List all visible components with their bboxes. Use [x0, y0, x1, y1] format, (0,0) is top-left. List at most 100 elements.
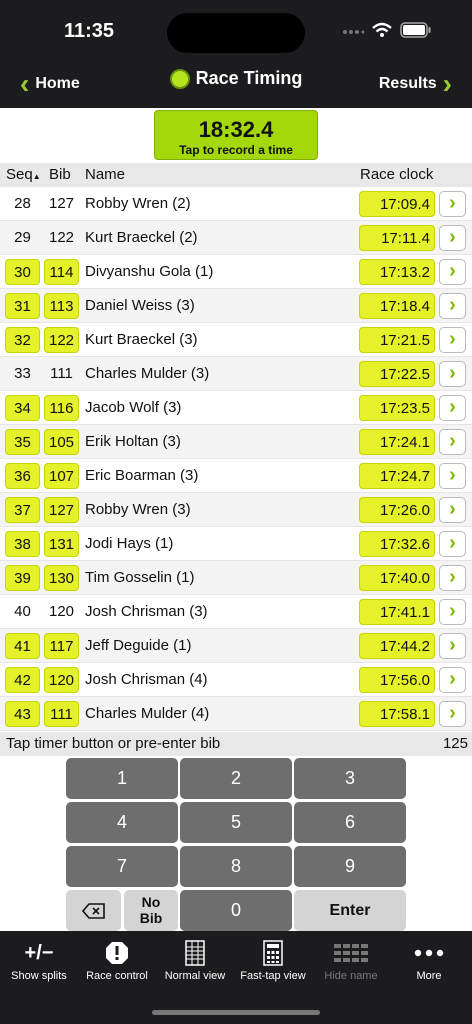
row-bib[interactable]: 122 — [44, 225, 79, 251]
key-6[interactable]: 6 — [294, 802, 406, 843]
seq-column-header[interactable]: Seq▲ — [6, 166, 41, 183]
status-icons — [342, 22, 432, 43]
table-row[interactable]: 39 130 Tim Gosselin (1) 17:40.0 › — [0, 561, 472, 595]
row-race-clock[interactable]: 17:18.4 — [359, 293, 435, 319]
row-race-clock[interactable]: 17:32.6 — [359, 531, 435, 557]
row-race-clock[interactable]: 17:24.7 — [359, 463, 435, 489]
table-row[interactable]: 31 113 Daniel Weiss (3) 17:18.4 › — [0, 289, 472, 323]
backspace-key[interactable] — [66, 890, 121, 931]
tab-more-label: More — [416, 970, 442, 982]
hint-text: Tap timer button or pre-enter bib — [6, 735, 221, 752]
row-bib[interactable]: 122 — [44, 327, 79, 353]
row-bib[interactable]: 127 — [44, 191, 79, 217]
row-detail-chevron-icon[interactable]: › — [439, 531, 466, 557]
table-row[interactable]: 34 116 Jacob Wolf (3) 17:23.5 › — [0, 391, 472, 425]
row-bib[interactable]: 116 — [44, 395, 79, 421]
row-bib[interactable]: 114 — [44, 259, 79, 285]
race-clock-value: 18:32.4 — [198, 117, 274, 142]
row-detail-chevron-icon[interactable]: › — [439, 497, 466, 523]
row-race-clock[interactable]: 17:44.2 — [359, 633, 435, 659]
table-row[interactable]: 28 127 Robby Wren (2) 17:09.4 › — [0, 187, 472, 221]
row-name: Josh Chrisman (4) — [85, 671, 208, 688]
table-row[interactable]: 36 107 Eric Boarman (3) 17:24.7 › — [0, 459, 472, 493]
row-detail-chevron-icon[interactable]: › — [439, 225, 466, 251]
row-bib[interactable]: 131 — [44, 531, 79, 557]
row-bib[interactable]: 130 — [44, 565, 79, 591]
tab-hide-name[interactable]: Hide name — [312, 940, 390, 982]
row-detail-chevron-icon[interactable]: › — [439, 361, 466, 387]
table-row[interactable]: 43 111 Charles Mulder (4) 17:58.1 › — [0, 697, 472, 731]
enter-key[interactable]: Enter — [294, 890, 406, 931]
key-0[interactable]: 0 — [180, 890, 292, 931]
key-2[interactable]: 2 — [180, 758, 292, 799]
row-race-clock[interactable]: 17:13.2 — [359, 259, 435, 285]
table-row[interactable]: 40 120 Josh Chrisman (3) 17:41.1 › — [0, 595, 472, 629]
row-race-clock[interactable]: 17:24.1 — [359, 429, 435, 455]
tab-fast-tap-view[interactable]: Fast-tap view — [234, 940, 312, 982]
table-row[interactable]: 37 127 Robby Wren (3) 17:26.0 › — [0, 493, 472, 527]
row-bib[interactable]: 113 — [44, 293, 79, 319]
row-detail-chevron-icon[interactable]: › — [439, 599, 466, 625]
row-bib[interactable]: 105 — [44, 429, 79, 455]
key-9[interactable]: 9 — [294, 846, 406, 887]
no-bib-line2: Bib — [139, 910, 163, 926]
row-detail-chevron-icon[interactable]: › — [439, 395, 466, 421]
row-detail-chevron-icon[interactable]: › — [439, 701, 466, 727]
table-row[interactable]: 42 120 Josh Chrisman (4) 17:56.0 › — [0, 663, 472, 697]
row-bib[interactable]: 117 — [44, 633, 79, 659]
row-race-clock[interactable]: 17:26.0 — [359, 497, 435, 523]
row-race-clock[interactable]: 17:22.5 — [359, 361, 435, 387]
table-row[interactable]: 35 105 Erik Holtan (3) 17:24.1 › — [0, 425, 472, 459]
row-detail-chevron-icon[interactable]: › — [439, 633, 466, 659]
row-detail-chevron-icon[interactable]: › — [439, 429, 466, 455]
key-7[interactable]: 7 — [66, 846, 178, 887]
key-3[interactable]: 3 — [294, 758, 406, 799]
row-detail-chevron-icon[interactable]: › — [439, 191, 466, 217]
table-row[interactable]: 29 122 Kurt Braeckel (2) 17:11.4 › — [0, 221, 472, 255]
results-button[interactable]: Results › — [379, 70, 452, 98]
record-time-caption: Tap to record a time — [179, 143, 293, 157]
key-5[interactable]: 5 — [180, 802, 292, 843]
table-row[interactable]: 32 122 Kurt Braeckel (3) 17:21.5 › — [0, 323, 472, 357]
row-name: Jeff Deguide (1) — [85, 637, 192, 654]
entry-count: 125 — [442, 735, 468, 752]
row-bib[interactable]: 127 — [44, 497, 79, 523]
table-row[interactable]: 38 131 Jodi Hays (1) 17:32.6 › — [0, 527, 472, 561]
row-name: Kurt Braeckel (2) — [85, 229, 198, 246]
tab-race-control[interactable]: Race control — [78, 940, 156, 982]
key-8[interactable]: 8 — [180, 846, 292, 887]
row-seq: 30 — [5, 259, 40, 285]
row-bib[interactable]: 111 — [44, 701, 79, 727]
table-row[interactable]: 41 117 Jeff Deguide (1) 17:44.2 › — [0, 629, 472, 663]
row-bib[interactable]: 111 — [44, 361, 79, 387]
row-seq: 35 — [5, 429, 40, 455]
key-1[interactable]: 1 — [66, 758, 178, 799]
row-race-clock[interactable]: 17:58.1 — [359, 701, 435, 727]
row-name: Jacob Wolf (3) — [85, 399, 182, 416]
table-row[interactable]: 33 111 Charles Mulder (3) 17:22.5 › — [0, 357, 472, 391]
no-bib-key[interactable]: No Bib — [124, 890, 178, 931]
record-time-button[interactable]: 18:32.4 Tap to record a time — [154, 110, 318, 160]
row-detail-chevron-icon[interactable]: › — [439, 259, 466, 285]
row-bib[interactable]: 107 — [44, 463, 79, 489]
row-race-clock[interactable]: 17:23.5 — [359, 395, 435, 421]
row-race-clock[interactable]: 17:11.4 — [359, 225, 435, 251]
row-race-clock[interactable]: 17:09.4 — [359, 191, 435, 217]
row-detail-chevron-icon[interactable]: › — [439, 565, 466, 591]
row-bib[interactable]: 120 — [44, 599, 79, 625]
table-row[interactable]: 30 114 Divyanshu Gola (1) 17:13.2 › — [0, 255, 472, 289]
tab-normal-view[interactable]: Normal view — [156, 940, 234, 982]
row-race-clock[interactable]: 17:40.0 — [359, 565, 435, 591]
row-race-clock[interactable]: 17:21.5 — [359, 327, 435, 353]
row-detail-chevron-icon[interactable]: › — [439, 293, 466, 319]
row-name: Erik Holtan (3) — [85, 433, 181, 450]
row-race-clock[interactable]: 17:41.1 — [359, 599, 435, 625]
row-detail-chevron-icon[interactable]: › — [439, 327, 466, 353]
tab-show-splits[interactable]: +/− Show splits — [0, 940, 78, 983]
key-4[interactable]: 4 — [66, 802, 178, 843]
row-detail-chevron-icon[interactable]: › — [439, 667, 466, 693]
row-race-clock[interactable]: 17:56.0 — [359, 667, 435, 693]
tab-more[interactable]: More — [390, 940, 468, 982]
row-bib[interactable]: 120 — [44, 667, 79, 693]
row-detail-chevron-icon[interactable]: › — [439, 463, 466, 489]
